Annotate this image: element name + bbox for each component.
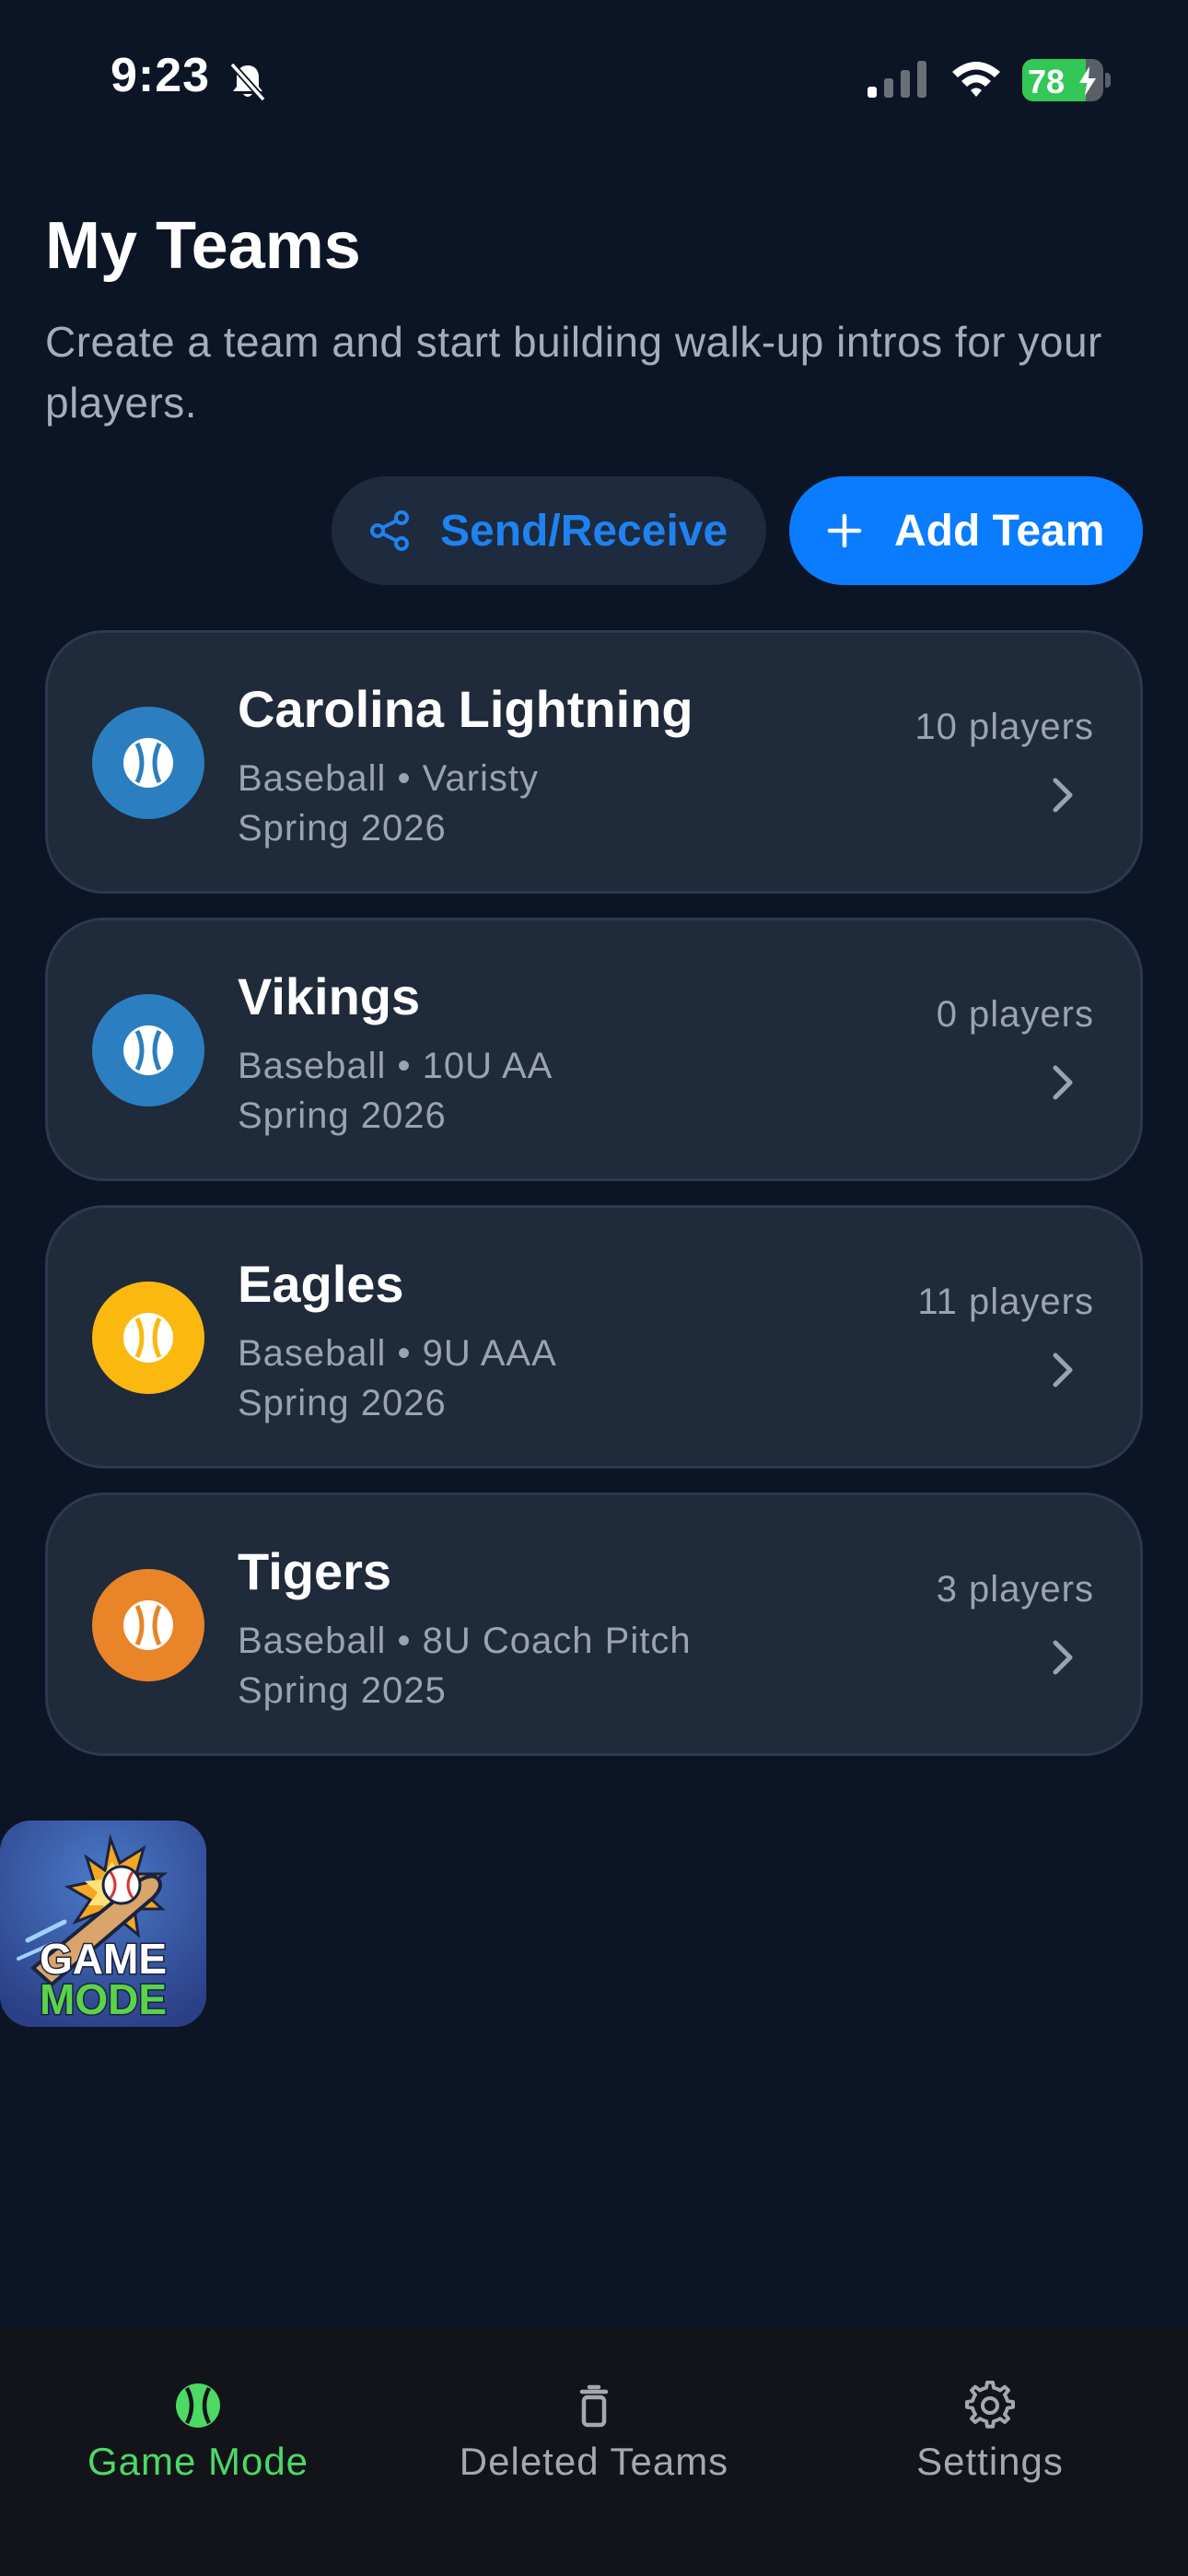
bell-slash-icon xyxy=(229,62,266,102)
send-receive-button[interactable]: Send/Receive xyxy=(332,476,766,585)
baseball-icon xyxy=(123,1313,173,1363)
tab-settings[interactable]: Settings xyxy=(806,2353,1174,2483)
team-logo xyxy=(92,994,204,1107)
page-subtitle: Create a team and start building walk-up… xyxy=(45,318,1102,427)
page-title: My Teams xyxy=(45,209,361,283)
game-tile-line2: MODE xyxy=(40,1975,167,2023)
wifi-icon xyxy=(952,62,1000,97)
tab-deleted-teams[interactable]: Deleted Teams xyxy=(410,2353,778,2483)
tab-label: Deleted Teams xyxy=(459,2440,729,2483)
team-name: Eagles xyxy=(238,1255,404,1313)
team-name: Tigers xyxy=(238,1542,392,1600)
chevron-right-icon xyxy=(1053,778,1073,813)
status-time: 9:23 xyxy=(111,49,211,102)
status-bar: 9:23 78 xyxy=(0,0,1188,157)
team-season: Spring 2026 xyxy=(238,1383,447,1423)
battery-charging-icon: 78 xyxy=(1022,59,1111,101)
game-mode-floating-button[interactable]: GAME MODE xyxy=(0,1821,206,2027)
team-card[interactable]: Carolina Lightning Baseball • Varisty Sp… xyxy=(45,630,1143,894)
chevron-right-icon xyxy=(1053,1352,1073,1388)
team-sport-division: Baseball • 10U AA xyxy=(238,1046,553,1086)
team-season: Spring 2025 xyxy=(238,1670,447,1711)
team-card[interactable]: Tigers Baseball • 8U Coach Pitch Spring … xyxy=(45,1493,1143,1756)
send-receive-label: Send/Receive xyxy=(440,506,728,556)
baseball-icon xyxy=(123,1600,173,1650)
tab-game-mode[interactable]: Game Mode xyxy=(14,2353,382,2483)
team-sport-division: Baseball • 9U AAA xyxy=(238,1333,557,1374)
plus-icon xyxy=(827,513,862,548)
team-name: Carolina Lightning xyxy=(238,680,693,738)
team-card[interactable]: Eagles Baseball • 9U AAA Spring 2026 11 … xyxy=(45,1205,1143,1469)
chevron-right-icon xyxy=(1053,1065,1073,1100)
team-card[interactable]: Vikings Baseball • 10U AA Spring 2026 0 … xyxy=(45,918,1143,1181)
baseball-icon xyxy=(123,738,173,788)
tab-label: Settings xyxy=(916,2440,1064,2483)
team-logo xyxy=(92,1282,204,1394)
battery-level-text: 78 xyxy=(1028,63,1066,100)
add-team-button[interactable]: Add Team xyxy=(789,476,1143,585)
cellular-signal-icon xyxy=(868,61,926,98)
tab-bar: Game Mode Deleted Teams Settings xyxy=(0,2327,1188,2576)
team-sport-division: Baseball • Varisty xyxy=(238,758,539,799)
chevron-right-icon xyxy=(1053,1640,1073,1675)
team-player-count: 10 players xyxy=(914,707,1094,747)
team-logo xyxy=(92,707,204,819)
baseball-icon xyxy=(123,1025,173,1075)
game-mode-logo: GAME MODE xyxy=(0,1821,206,2027)
my-teams-screen: 9:23 78 My Teams Create a team and start… xyxy=(0,0,1188,2576)
team-season: Spring 2026 xyxy=(238,808,447,849)
tab-label: Game Mode xyxy=(87,2440,309,2483)
gear-icon xyxy=(965,2381,1015,2429)
trash-icon xyxy=(579,2384,609,2428)
team-sport-division: Baseball • 8U Coach Pitch xyxy=(238,1621,692,1661)
add-team-label: Add Team xyxy=(894,506,1105,556)
team-season: Spring 2026 xyxy=(238,1095,447,1136)
team-player-count: 11 players xyxy=(917,1282,1094,1322)
team-player-count: 3 players xyxy=(936,1569,1094,1610)
team-logo xyxy=(92,1569,204,1681)
team-player-count: 0 players xyxy=(936,994,1094,1035)
team-name: Vikings xyxy=(238,967,421,1025)
baseball-icon xyxy=(176,2383,220,2428)
charging-bolt-icon xyxy=(1079,66,1096,96)
share-icon xyxy=(370,510,409,551)
